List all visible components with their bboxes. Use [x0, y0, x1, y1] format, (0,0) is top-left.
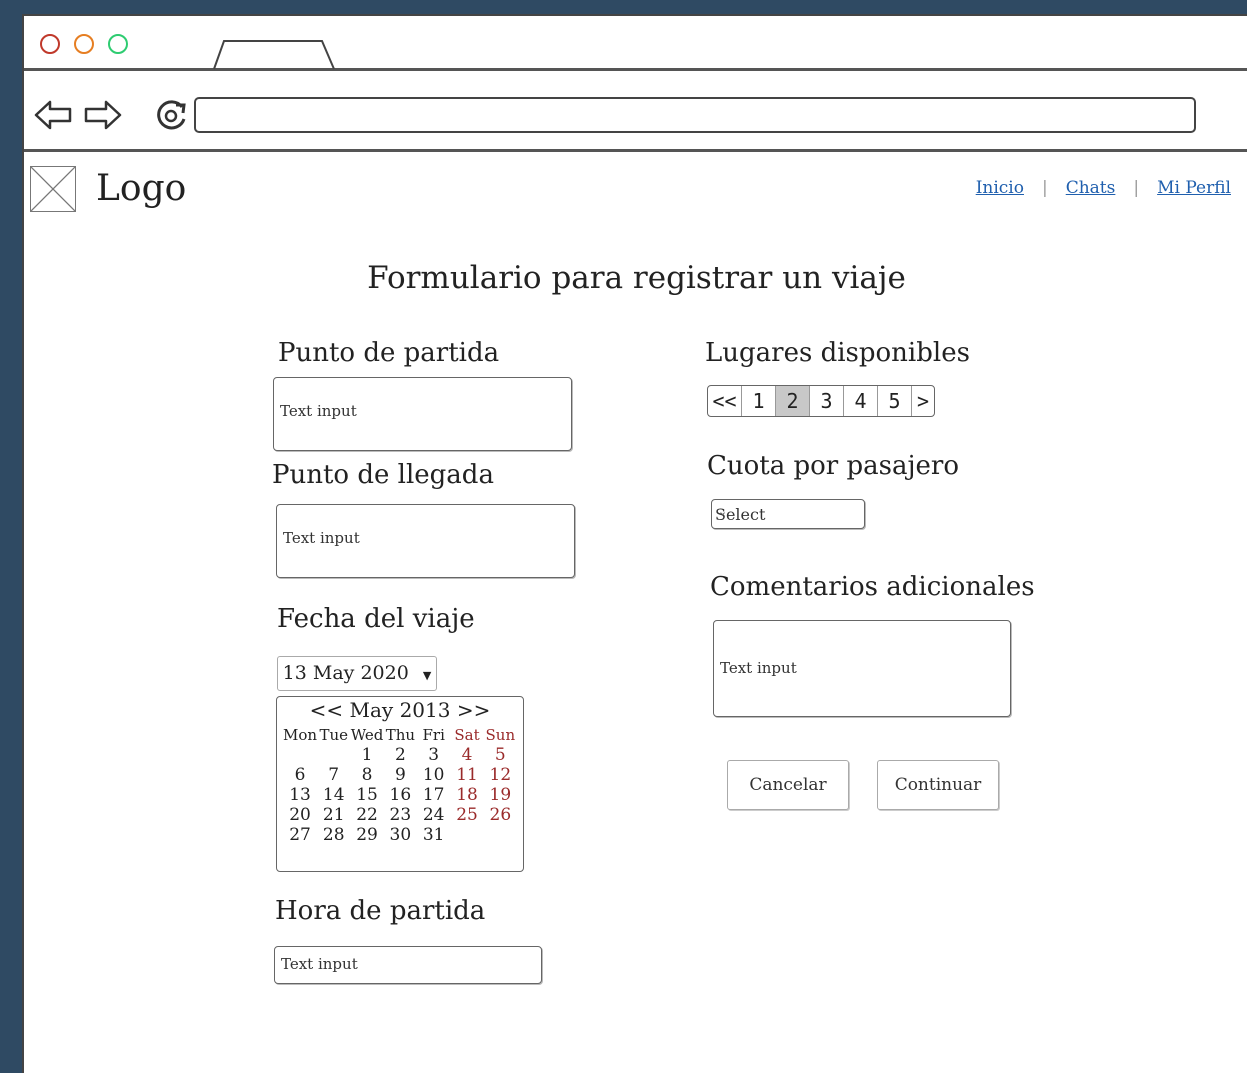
calendar-day [317, 745, 350, 765]
calendar-weekday: Sun [485, 726, 516, 744]
calendar-weekday: Wed [350, 726, 384, 744]
calendar-day[interactable]: 20 [283, 805, 317, 825]
back-arrow-icon[interactable] [32, 97, 74, 133]
calendar-day[interactable]: 28 [317, 825, 350, 845]
departure-time-placeholder: Text input [281, 955, 358, 973]
seats-pager: << 1 2 3 4 5 > [707, 385, 935, 417]
calendar-weekday: Mon [283, 726, 318, 744]
nav-separator: | [1133, 178, 1140, 198]
pager-item[interactable]: << [708, 386, 742, 416]
calendar-weekday: Sat [454, 726, 480, 744]
calendar-day[interactable]: 27 [283, 825, 317, 845]
nav-link-mi-perfil[interactable]: Mi Perfil [1157, 178, 1231, 198]
origin-input[interactable]: Text input [273, 377, 572, 451]
calendar-day [484, 825, 517, 845]
comments-label: Comentarios adicionales [710, 572, 1035, 602]
calendar-header[interactable]: << May 2013 >> [277, 697, 523, 723]
logo-text: Logo [96, 168, 187, 209]
dropdown-caret-icon: ▼ [422, 669, 432, 682]
date-value: 13 May 2020 [282, 662, 409, 684]
nav-link-chats[interactable]: Chats [1066, 178, 1116, 198]
forward-arrow-icon[interactable] [82, 97, 124, 133]
calendar-day[interactable]: 10 [417, 765, 450, 785]
departure-time-label: Hora de partida [275, 896, 486, 926]
calendar-day [283, 745, 317, 765]
comments-input[interactable]: Text input [713, 620, 1011, 717]
destination-input[interactable]: Text input [276, 504, 575, 578]
calendar-day [450, 825, 483, 845]
calendar-weekday: Thu [385, 726, 416, 744]
calendar-day[interactable]: 25 [450, 805, 483, 825]
calendar-day[interactable]: 26 [484, 805, 517, 825]
date-label: Fecha del viaje [277, 604, 475, 634]
destination-label: Punto de llegada [272, 460, 494, 490]
calendar-day[interactable]: 16 [384, 785, 417, 805]
calendar-day[interactable]: 29 [350, 825, 383, 845]
maximize-window-button[interactable] [108, 34, 128, 54]
calendar-day[interactable]: 13 [283, 785, 317, 805]
calendar-day[interactable]: 15 [350, 785, 383, 805]
calendar-weekday: Fri [422, 726, 445, 744]
pager-item[interactable]: 5 [878, 386, 912, 416]
calendar-day[interactable]: 23 [384, 805, 417, 825]
departure-time-input[interactable]: Text input [274, 946, 542, 984]
calendar-grid: Mon Tue Wed Thu Fri Sat Sun 1 2 3 4 5 6 7 8 9 10 11 12 13 14… [277, 723, 523, 847]
calendar-day[interactable]: 31 [417, 825, 450, 845]
continue-button[interactable]: Continuar [877, 760, 999, 810]
pager-item[interactable]: 3 [810, 386, 844, 416]
calendar-day[interactable]: 7 [317, 765, 350, 785]
browser-tab[interactable] [212, 38, 342, 70]
calendar-day[interactable]: 22 [350, 805, 383, 825]
calendar-day[interactable]: 9 [384, 765, 417, 785]
navigation-bar [24, 71, 1247, 152]
calendar-day[interactable]: 21 [317, 805, 350, 825]
calendar-day[interactable]: 1 [350, 745, 383, 765]
calendar-day[interactable]: 19 [484, 785, 517, 805]
calendar-day[interactable]: 6 [283, 765, 317, 785]
calendar-day[interactable]: 24 [417, 805, 450, 825]
calendar: << May 2013 >> Mon Tue Wed Thu Fri Sat Sun 1 2 3 4… [276, 696, 524, 872]
close-window-button[interactable] [40, 34, 60, 54]
calendar-day[interactable]: 2 [384, 745, 417, 765]
chevron-down-icon: ⌄ [718, 505, 728, 518]
pager-item[interactable]: 4 [844, 386, 878, 416]
calendar-day[interactable]: 12 [484, 765, 517, 785]
calendar-day[interactable]: 4 [450, 745, 483, 765]
calendar-day[interactable]: 18 [450, 785, 483, 805]
minimize-window-button[interactable] [74, 34, 94, 54]
date-picker-field[interactable]: 13 May 2020 ▼ [277, 656, 437, 691]
browser-window: Logo Inicio | Chats | Mi Perfil Formulario p… [22, 14, 1247, 1073]
tab-bar [24, 16, 1247, 71]
destination-placeholder: Text input [283, 529, 360, 547]
calendar-day[interactable]: 8 [350, 765, 383, 785]
calendar-day[interactable]: 14 [317, 785, 350, 805]
page-title: Formulario para registrar un viaje [367, 260, 906, 296]
calendar-day[interactable]: 11 [450, 765, 483, 785]
nav-link-inicio[interactable]: Inicio [976, 178, 1024, 198]
address-bar[interactable] [194, 97, 1196, 133]
origin-label: Punto de partida [278, 338, 500, 368]
calendar-weekday: Tue [319, 726, 348, 744]
seats-label: Lugares disponibles [705, 338, 970, 368]
fee-label: Cuota por pasajero [707, 451, 960, 481]
calendar-day[interactable]: 3 [417, 745, 450, 765]
cancel-button[interactable]: Cancelar [727, 760, 849, 810]
image-placeholder-icon [30, 166, 76, 212]
pager-item[interactable]: > [912, 386, 934, 416]
calendar-day[interactable]: 30 [384, 825, 417, 845]
calendar-day[interactable]: 5 [484, 745, 517, 765]
reload-icon[interactable] [152, 97, 190, 135]
origin-placeholder: Text input [280, 402, 357, 420]
logo-image-placeholder [30, 166, 76, 212]
fee-select[interactable]: Select ⌄ [711, 499, 865, 529]
comments-placeholder: Text input [720, 659, 797, 677]
top-nav: Inicio | Chats | Mi Perfil [976, 178, 1231, 198]
pager-item[interactable]: 2 [776, 386, 810, 416]
nav-separator: | [1041, 178, 1048, 198]
calendar-day[interactable]: 17 [417, 785, 450, 805]
pager-item[interactable]: 1 [742, 386, 776, 416]
